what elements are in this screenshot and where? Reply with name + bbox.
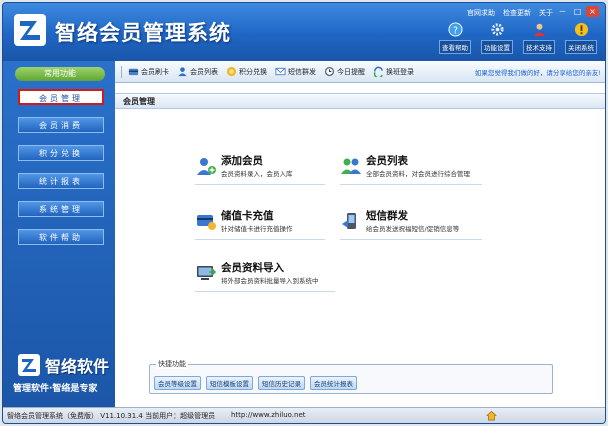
close-window-button[interactable]: × [586,6,599,17]
close-system-tool-label: 关闭系统 [565,40,597,54]
toolbar-points-label: 积分兑换 [239,67,267,76]
quick-sms-history-button[interactable]: 短信历史记录 [258,376,305,390]
feature-import-members-title: 会员资料导入 [221,262,284,274]
link-about[interactable]: 关于 [539,8,553,18]
card-swipe-icon [128,66,139,77]
header-bar: 智络会员管理系统 官网求助 检查更新 关于 － □ × ? 查看帮助 功能设置 [3,3,605,61]
title-links: 官网求助 检查更新 关于 [467,8,553,18]
settings-tool-button[interactable]: 功能设置 [479,21,515,54]
toolbar-separator [121,65,122,78]
feature-member-list-desc: 全部会员资料，对会员进行综合管理 [366,170,470,178]
toolbar-member-list-button[interactable]: 会员列表 [177,66,218,77]
brand-logo-icon [18,354,40,376]
sidebar-item-statistics-report[interactable]: 统计报表 [18,173,104,189]
status-bar: 智络会员管理系统（免费版） V11.10.31.4 当前用户：超级管理员 htt… [3,407,605,423]
toolbar-member-list-label: 会员列表 [190,67,218,76]
help-icon: ? [447,21,463,37]
toolbar-switch-user-label: 换班登录 [386,67,414,76]
toolbar: 会员刷卡 会员列表 积分兑换 短信群发 今日提醒 换班登录 如果您觉得我们做的好… [115,61,605,83]
feature-add-member-title: 添加会员 [221,155,263,167]
status-url-link[interactable]: http://www.zhiluo.net [231,411,306,419]
toolbar-switch-user-button[interactable]: 换班登录 [373,66,414,77]
feature-card-recharge[interactable]: 储值卡充值 针对储值卡进行充值操作 [195,208,325,240]
points-icon [226,66,237,77]
main-content: 会员管理 添加会员 会员资料录入，会员入库 会员列表 全部会员资料，对会员进行综… [115,83,605,407]
settings-tool-label: 功能设置 [481,40,513,54]
toolbar-card-swipe-label: 会员刷卡 [141,67,169,76]
brand-slogan: 管理软件·智络是专家 [13,384,98,394]
close-system-tool-button[interactable]: 关闭系统 [563,21,599,54]
help-tool-label: 查看帮助 [439,40,471,54]
quick-functions-title: 快捷功能 [156,359,188,369]
member-list-icon [341,158,361,174]
quick-member-level-button[interactable]: 会员等级设置 [154,376,201,390]
toolbar-points-button[interactable]: 积分兑换 [226,66,267,77]
quick-functions-panel: 快捷功能 会员等级设置 短信模板设置 短信历史记录 会员统计报表 [149,359,553,394]
sidebar-item-points-exchange[interactable]: 积分兑换 [18,145,104,161]
link-online-help[interactable]: 官网求助 [467,8,495,18]
maximize-button[interactable]: □ [571,6,584,17]
feature-add-member-desc: 会员资料录入，会员入库 [221,170,293,178]
app-title: 智络会员管理系统 [55,20,231,45]
content-header: 会员管理 [115,93,605,109]
warning-icon [573,21,589,37]
settings-icon [489,21,505,37]
sidebar-item-member-consumption[interactable]: 会员消费 [18,117,104,133]
member-list-icon [177,66,188,77]
toolbar-reminder-button[interactable]: 今日提醒 [324,66,365,77]
sidebar: 常用功能 会员管理 会员消费 积分兑换 统计报表 系统管理 软件帮助 智络软件 … [3,61,115,407]
sms-phone-icon [342,213,356,229]
feature-sms-broadcast-title: 短信群发 [366,210,408,222]
toolbar-card-swipe-button[interactable]: 会员刷卡 [128,66,169,77]
header-tools: ? 查看帮助 功能设置 技术支持 关闭系统 [437,21,599,54]
app-logo-icon [14,14,46,46]
sidebar-item-member-management[interactable]: 会员管理 [18,89,104,105]
feature-member-list-title: 会员列表 [366,155,408,167]
feature-import-members-desc: 将外部会员资料批量导入到系统中 [221,277,319,285]
feature-sms-broadcast[interactable]: 短信群发 给会员发送祝福短信/促销信息等 [340,208,482,240]
sms-icon [275,66,286,77]
help-tool-button[interactable]: ? 查看帮助 [437,21,473,54]
link-check-update[interactable]: 检查更新 [503,8,531,18]
toolbar-sms-label: 短信群发 [288,67,316,76]
status-text: 智络会员管理系统（免费版） V11.10.31.4 当前用户：超级管理员 [7,412,216,420]
quick-functions-buttons: 会员等级设置 短信模板设置 短信历史记录 会员统计报表 [154,376,357,390]
svg-text:?: ? [453,25,458,36]
quick-sms-template-button[interactable]: 短信模板设置 [206,376,253,390]
feature-add-member[interactable]: 添加会员 会员资料录入，会员入库 [195,153,325,185]
brand-name: 智络软件 [45,357,110,376]
card-recharge-icon [197,215,216,230]
reminder-icon [324,66,335,77]
window-controls: － □ × [556,6,599,17]
minimize-button[interactable]: － [556,6,569,17]
feature-member-list[interactable]: 会员列表 全部会员资料，对会员进行综合管理 [340,153,482,185]
toolbar-reminder-label: 今日提醒 [337,67,365,76]
support-tool-button[interactable]: 技术支持 [521,21,557,54]
home-icon[interactable] [486,410,497,421]
support-person-icon [531,21,547,37]
add-member-icon [197,158,216,175]
feature-import-members[interactable]: 会员资料导入 将外部会员资料批量导入到系统中 [195,260,335,292]
feature-card-recharge-desc: 针对储值卡进行充值操作 [221,225,293,233]
sidebar-title: 常用功能 [15,67,105,81]
import-icon [197,266,217,280]
sidebar-item-software-help[interactable]: 软件帮助 [18,229,104,245]
support-tool-label: 技术支持 [523,40,555,54]
toolbar-sms-button[interactable]: 短信群发 [275,66,316,77]
sidebar-item-system-management[interactable]: 系统管理 [18,201,104,217]
feature-card-recharge-title: 储值卡充值 [221,210,274,222]
switch-user-icon [373,66,384,77]
share-notice-link[interactable]: 如果您觉得我们做的好，请分享给您的亲友! [475,67,601,77]
quick-member-report-button[interactable]: 会员统计报表 [310,376,357,390]
feature-sms-broadcast-desc: 给会员发送祝福短信/促销信息等 [366,225,460,233]
app-window: 智络会员管理系统 官网求助 检查更新 关于 － □ × ? 查看帮助 功能设置 [2,2,606,424]
